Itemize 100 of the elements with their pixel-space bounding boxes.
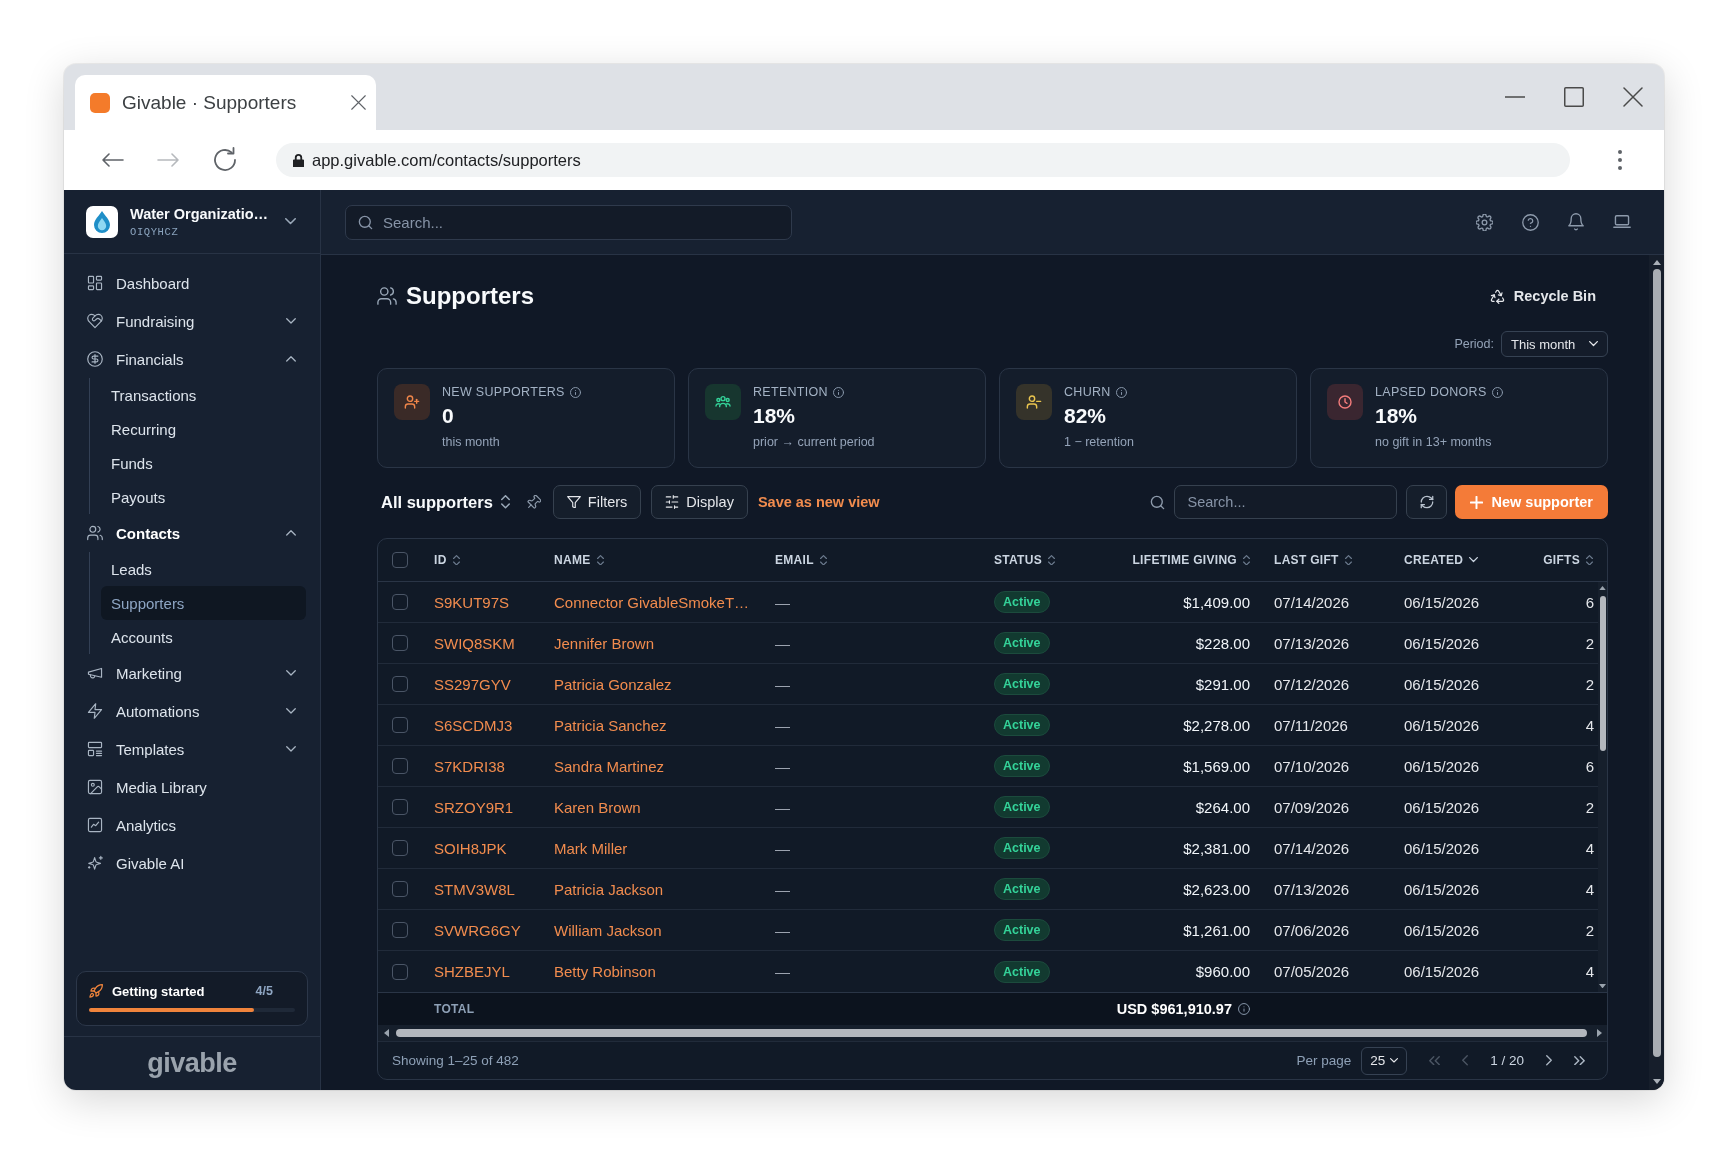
nav-subitem[interactable]: Payouts xyxy=(101,480,306,514)
view-selector[interactable]: All supporters xyxy=(377,492,514,512)
nav-item[interactable]: Financials xyxy=(64,340,320,378)
nav-subitem[interactable]: Leads xyxy=(101,552,306,586)
maximize-icon[interactable] xyxy=(1564,87,1584,107)
back-arrow-icon[interactable] xyxy=(102,153,124,167)
supporter-name-link[interactable]: Patricia Sanchez xyxy=(554,716,667,734)
laptop-icon[interactable] xyxy=(1613,215,1631,229)
close-icon[interactable] xyxy=(1623,87,1643,107)
email-value: — xyxy=(775,757,790,775)
nav-item[interactable]: Templates xyxy=(64,730,320,768)
nav-item[interactable]: Contacts xyxy=(64,514,320,552)
org-name: Water Organizatio… xyxy=(130,205,270,222)
period-select[interactable]: This month xyxy=(1501,331,1608,357)
row-checkbox[interactable] xyxy=(392,799,408,815)
column-header[interactable]: LAST GIFT xyxy=(1262,539,1392,581)
column-header[interactable]: NAME xyxy=(542,539,763,581)
help-icon[interactable] xyxy=(1522,213,1539,231)
supporter-name-link[interactable]: Karen Brown xyxy=(554,798,641,816)
reload-icon[interactable] xyxy=(212,147,238,173)
last-gift-date: 07/13/2026 xyxy=(1274,880,1350,898)
supporter-name-link[interactable]: Connector GivableSmokeT… xyxy=(554,593,750,611)
supporter-name-link[interactable]: Patricia Gonzalez xyxy=(554,675,672,693)
nav-subitem[interactable]: Funds xyxy=(101,446,306,480)
supporter-id-link[interactable]: SWIQ8SKM xyxy=(434,634,515,652)
supporter-id-link[interactable]: SRZOY9R1 xyxy=(434,798,514,816)
supporter-name-link[interactable]: Mark Miller xyxy=(554,839,628,857)
column-header[interactable]: EMAIL xyxy=(763,539,982,581)
display-button[interactable]: Display xyxy=(651,485,748,519)
supporter-id-link[interactable]: S6SCDMJ3 xyxy=(434,716,513,734)
supporter-id-link[interactable]: SVWRG6GY xyxy=(434,921,521,939)
filter-icon xyxy=(566,495,581,509)
nav-subitem[interactable]: Transactions xyxy=(101,378,306,412)
pin-icon[interactable] xyxy=(525,494,541,510)
nav-subitem[interactable]: Recurring xyxy=(101,412,306,446)
row-checkbox[interactable] xyxy=(392,717,408,733)
nav-item[interactable]: Media Library xyxy=(64,768,320,806)
save-view-link[interactable]: Save as new view xyxy=(757,494,880,510)
row-checkbox[interactable] xyxy=(392,840,408,856)
per-page-select[interactable]: 25 xyxy=(1361,1046,1408,1075)
status-badge: Active xyxy=(994,755,1050,777)
nav-item[interactable]: Givable AI xyxy=(64,844,320,882)
column-header[interactable]: ID xyxy=(422,539,542,581)
supporter-name-link[interactable]: Patricia Jackson xyxy=(554,880,664,898)
nav-subitem[interactable]: Accounts xyxy=(101,620,306,654)
nav-subitem[interactable]: Supporters xyxy=(101,586,306,620)
vertical-scrollbar[interactable] xyxy=(1649,255,1664,1090)
refresh-button[interactable] xyxy=(1406,485,1448,519)
gift-count: 2 xyxy=(1585,921,1594,939)
column-header[interactable]: CREATED xyxy=(1392,539,1522,581)
browser-tab[interactable]: Givable · Supporters xyxy=(75,75,376,130)
getting-started-card[interactable]: Getting started 4/5 xyxy=(76,971,308,1026)
gift-count: 4 xyxy=(1585,880,1594,898)
more-options-icon[interactable] xyxy=(1618,150,1622,170)
supporter-id-link[interactable]: S7KDRI38 xyxy=(434,757,505,775)
address-bar[interactable]: app.givable.com/contacts/supporters xyxy=(276,143,1570,177)
supporter-name-link[interactable]: Sandra Martinez xyxy=(554,757,665,775)
nav-item[interactable]: Automations xyxy=(64,692,320,730)
search-field[interactable]: Search... xyxy=(345,204,792,240)
rocket-icon xyxy=(89,984,103,998)
supporter-id-link[interactable]: SS297GYV xyxy=(434,675,511,693)
supporter-id-link[interactable]: SHZBEJYL xyxy=(434,963,510,980)
bell-icon[interactable] xyxy=(1568,213,1584,231)
droplet-logo xyxy=(86,205,118,238)
supporter-name-link[interactable]: William Jackson xyxy=(554,921,662,939)
plus-icon xyxy=(1470,495,1484,509)
row-checkbox[interactable] xyxy=(392,881,408,897)
supporter-name-link[interactable]: Jennifer Brown xyxy=(554,634,655,652)
supporter-id-link[interactable]: SOIH8JPK xyxy=(434,839,507,857)
lifetime-amount: $2,623.00 xyxy=(1183,880,1250,898)
row-checkbox[interactable] xyxy=(392,922,408,938)
supporter-name-link[interactable]: Betty Robinson xyxy=(554,963,656,980)
last-gift-date: 07/11/2026 xyxy=(1274,716,1348,734)
double-chevron-right-icon[interactable] xyxy=(1574,1055,1585,1066)
row-checkbox[interactable] xyxy=(392,594,408,610)
horizontal-scrollbar[interactable] xyxy=(378,1025,1607,1041)
settings-icon[interactable] xyxy=(1476,213,1493,231)
chevron-down-icon[interactable] xyxy=(285,218,296,225)
column-header[interactable]: GIFTS xyxy=(1522,539,1607,581)
vertical-scrollbar[interactable] xyxy=(1598,582,1607,992)
column-header[interactable]: LIFETIME GIVING xyxy=(1102,539,1262,581)
select-all-checkbox[interactable] xyxy=(392,552,408,568)
nav-item[interactable]: Marketing xyxy=(64,654,320,692)
row-checkbox[interactable] xyxy=(392,963,408,980)
search-field[interactable]: Search... xyxy=(1174,485,1398,519)
last-gift-date: 07/14/2026 xyxy=(1274,593,1350,611)
recycle-bin-button[interactable]: Recycle Bin xyxy=(1477,282,1608,310)
nav-item[interactable]: Dashboard xyxy=(64,264,320,302)
row-checkbox[interactable] xyxy=(392,758,408,774)
column-header[interactable]: STATUS xyxy=(982,539,1102,581)
row-checkbox[interactable] xyxy=(392,676,408,692)
supporter-id-link[interactable]: S9KUT97S xyxy=(434,593,510,611)
nav-item[interactable]: Fundraising xyxy=(64,302,320,340)
nav-item[interactable]: Analytics xyxy=(64,806,320,844)
supporter-id-link[interactable]: STMV3W8L xyxy=(434,880,515,898)
row-checkbox[interactable] xyxy=(392,635,408,651)
sparkles-icon xyxy=(87,855,103,871)
filters-button[interactable]: Filters xyxy=(552,485,642,519)
chevron-right-icon[interactable] xyxy=(1546,1055,1552,1066)
close-icon[interactable] xyxy=(351,95,366,110)
